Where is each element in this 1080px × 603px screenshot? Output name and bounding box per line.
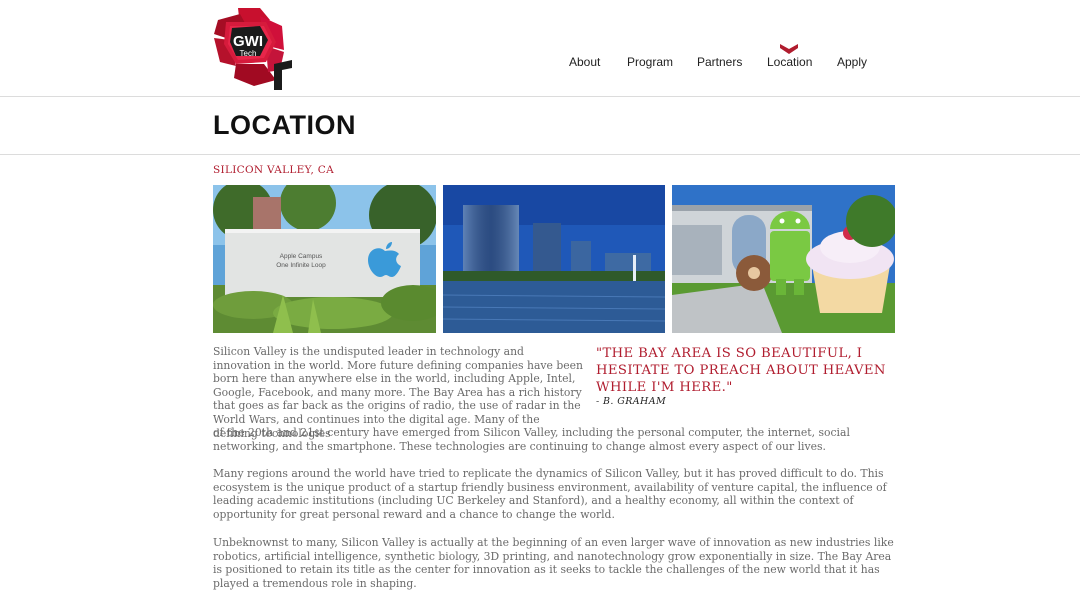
site-header: GWI Tech About Program Partners Location… [0, 0, 1080, 97]
photo-apple-campus: Apple Campus One Infinite Loop [213, 185, 436, 333]
page-subtitle: SILICON VALLEY, CA [213, 164, 334, 176]
pull-quote-author: - B. GRAHAM [596, 396, 667, 407]
apple-sign-line1: Apple Campus [280, 253, 323, 260]
nav-location[interactable]: Location [767, 55, 812, 69]
body-paragraph-3: Unbeknownst to many, Silicon Valley is a… [213, 536, 894, 590]
logo-text-gwi: GWI [233, 33, 263, 50]
active-nav-chevron-icon [780, 44, 798, 54]
nav-program[interactable]: Program [627, 55, 673, 69]
intro-paragraph-continued: of the 20th and 21st century have emerge… [213, 426, 850, 453]
pull-quote: "THE BAY AREA IS SO BEAUTIFUL, I HESITAT… [596, 346, 886, 395]
gwi-tech-logo[interactable]: GWI Tech [210, 6, 294, 90]
title-band [0, 97, 1080, 155]
main-nav: About Program Partners Location Apply [0, 55, 1080, 75]
body-paragraph-2: Many regions around the world have tried… [213, 467, 887, 521]
page-title: LOCATION [213, 110, 356, 140]
apple-logo-icon [368, 248, 401, 277]
nav-about[interactable]: About [569, 55, 600, 69]
apple-sign-line2: One Infinite Loop [276, 262, 326, 269]
photo-android-statues [672, 185, 895, 333]
nav-partners[interactable]: Partners [697, 55, 742, 69]
photo-oracle-towers [443, 185, 665, 333]
nav-apply[interactable]: Apply [837, 55, 867, 69]
